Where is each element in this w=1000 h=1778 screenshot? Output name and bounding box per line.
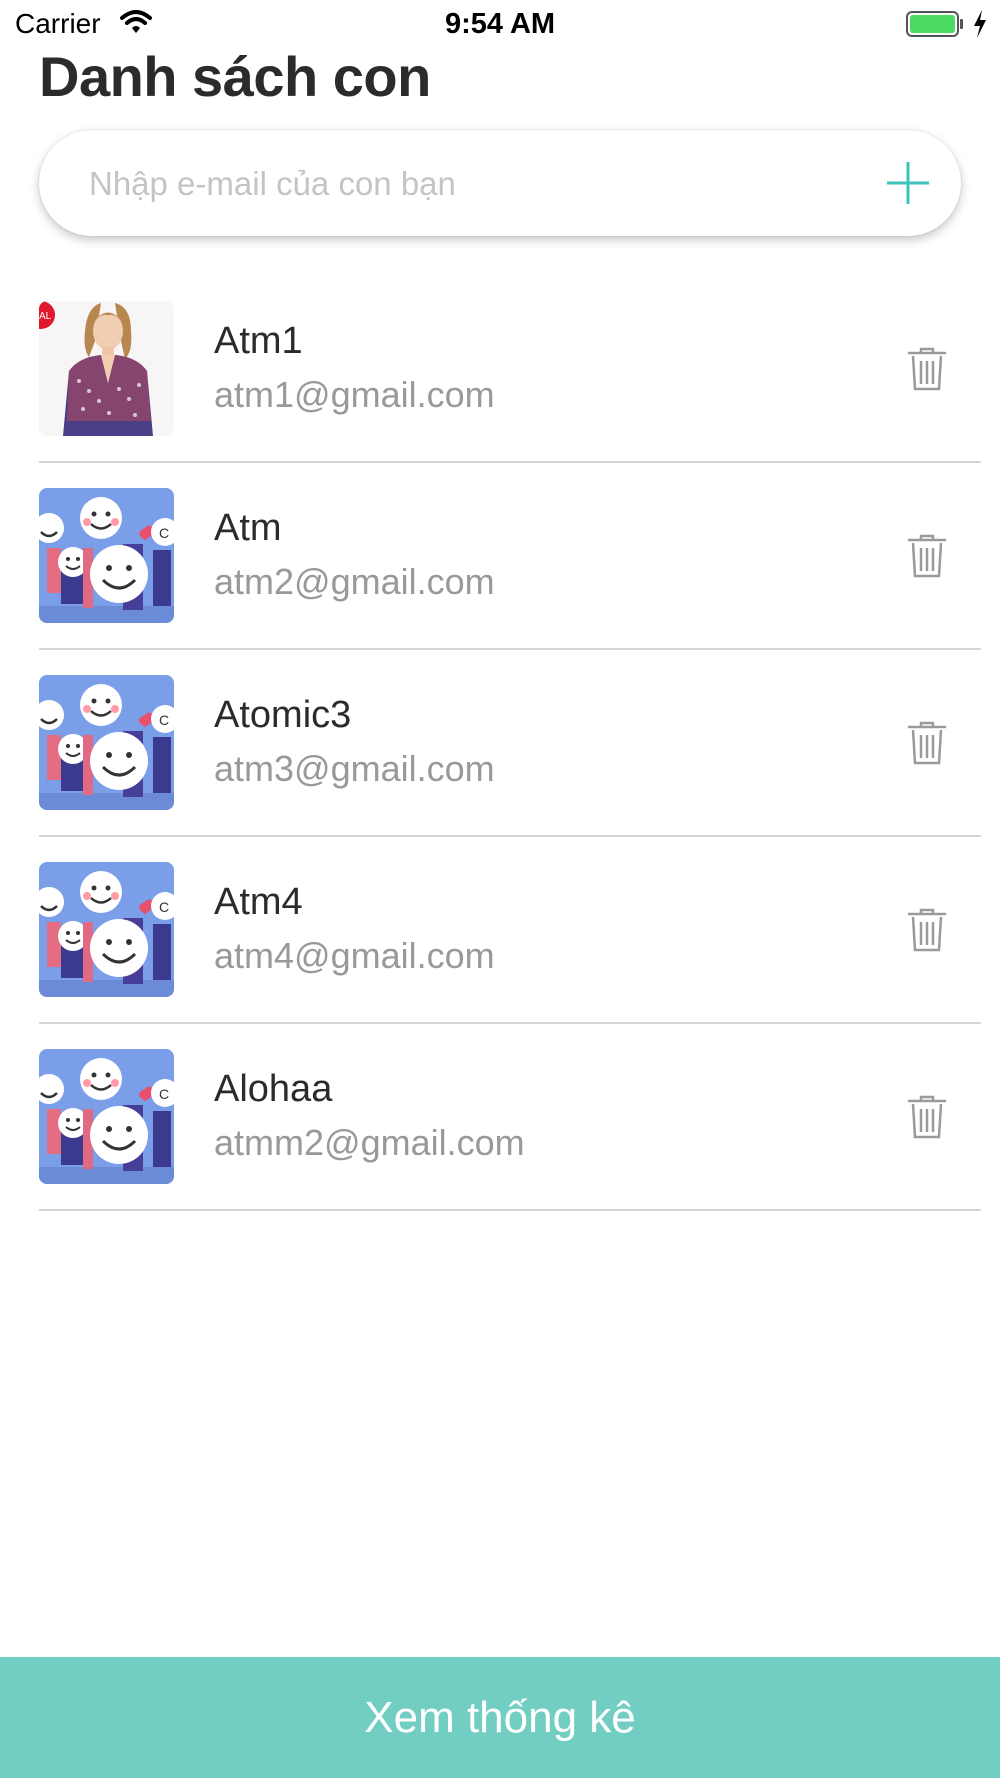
trash-icon[interactable] [907, 721, 947, 765]
child-email: atm2@gmail.com [214, 561, 495, 602]
avatar: C [39, 1049, 174, 1184]
list-item[interactable]: C Atm4 atm4@gmail.com [39, 837, 981, 1024]
child-name: Atm [214, 507, 282, 549]
add-child-bar [39, 130, 961, 236]
avatar: AL [39, 301, 174, 436]
child-email: atm3@gmail.com [214, 748, 495, 789]
plus-icon[interactable] [883, 158, 933, 208]
list-item[interactable]: C Atomic3 atm3@gmail.com [39, 650, 981, 837]
list-item[interactable]: C Alohaa atmm2@gmail.com [39, 1024, 981, 1211]
status-bar: Carrier 9:54 AM [0, 0, 1000, 50]
battery-icon [906, 11, 963, 37]
avatar: C [39, 862, 174, 997]
child-email: atmm2@gmail.com [214, 1122, 525, 1163]
page-title: Danh sách con [39, 45, 431, 108]
svg-text:C: C [159, 1086, 169, 1102]
trash-icon[interactable] [907, 1095, 947, 1139]
child-name: Atm1 [214, 320, 303, 362]
child-name: Atm4 [214, 881, 303, 923]
child-email: atm1@gmail.com [214, 374, 495, 415]
avatar: C [39, 675, 174, 810]
svg-text:C: C [159, 712, 169, 728]
svg-text:C: C [159, 899, 169, 915]
avatar: C [39, 488, 174, 623]
status-time: 9:54 AM [444, 8, 556, 40]
svg-text:C: C [159, 525, 169, 541]
charging-icon [974, 10, 986, 38]
child-name: Atomic3 [214, 694, 352, 736]
child-name: Alohaa [214, 1068, 333, 1110]
trash-icon[interactable] [907, 908, 947, 952]
trash-icon[interactable] [907, 534, 947, 578]
view-stats-button[interactable]: Xem thống kê [0, 1657, 1000, 1778]
trash-icon[interactable] [907, 347, 947, 391]
list-item[interactable]: C Atm atm2@gmail.com [39, 463, 981, 650]
child-list: AL Atm1 atm1@gmail.com C Atm atm2@gmail.… [39, 276, 981, 1211]
svg-text:AL: AL [39, 311, 52, 322]
email-input[interactable] [87, 152, 851, 216]
list-item[interactable]: AL Atm1 atm1@gmail.com [39, 276, 981, 463]
child-email: atm4@gmail.com [214, 935, 495, 976]
